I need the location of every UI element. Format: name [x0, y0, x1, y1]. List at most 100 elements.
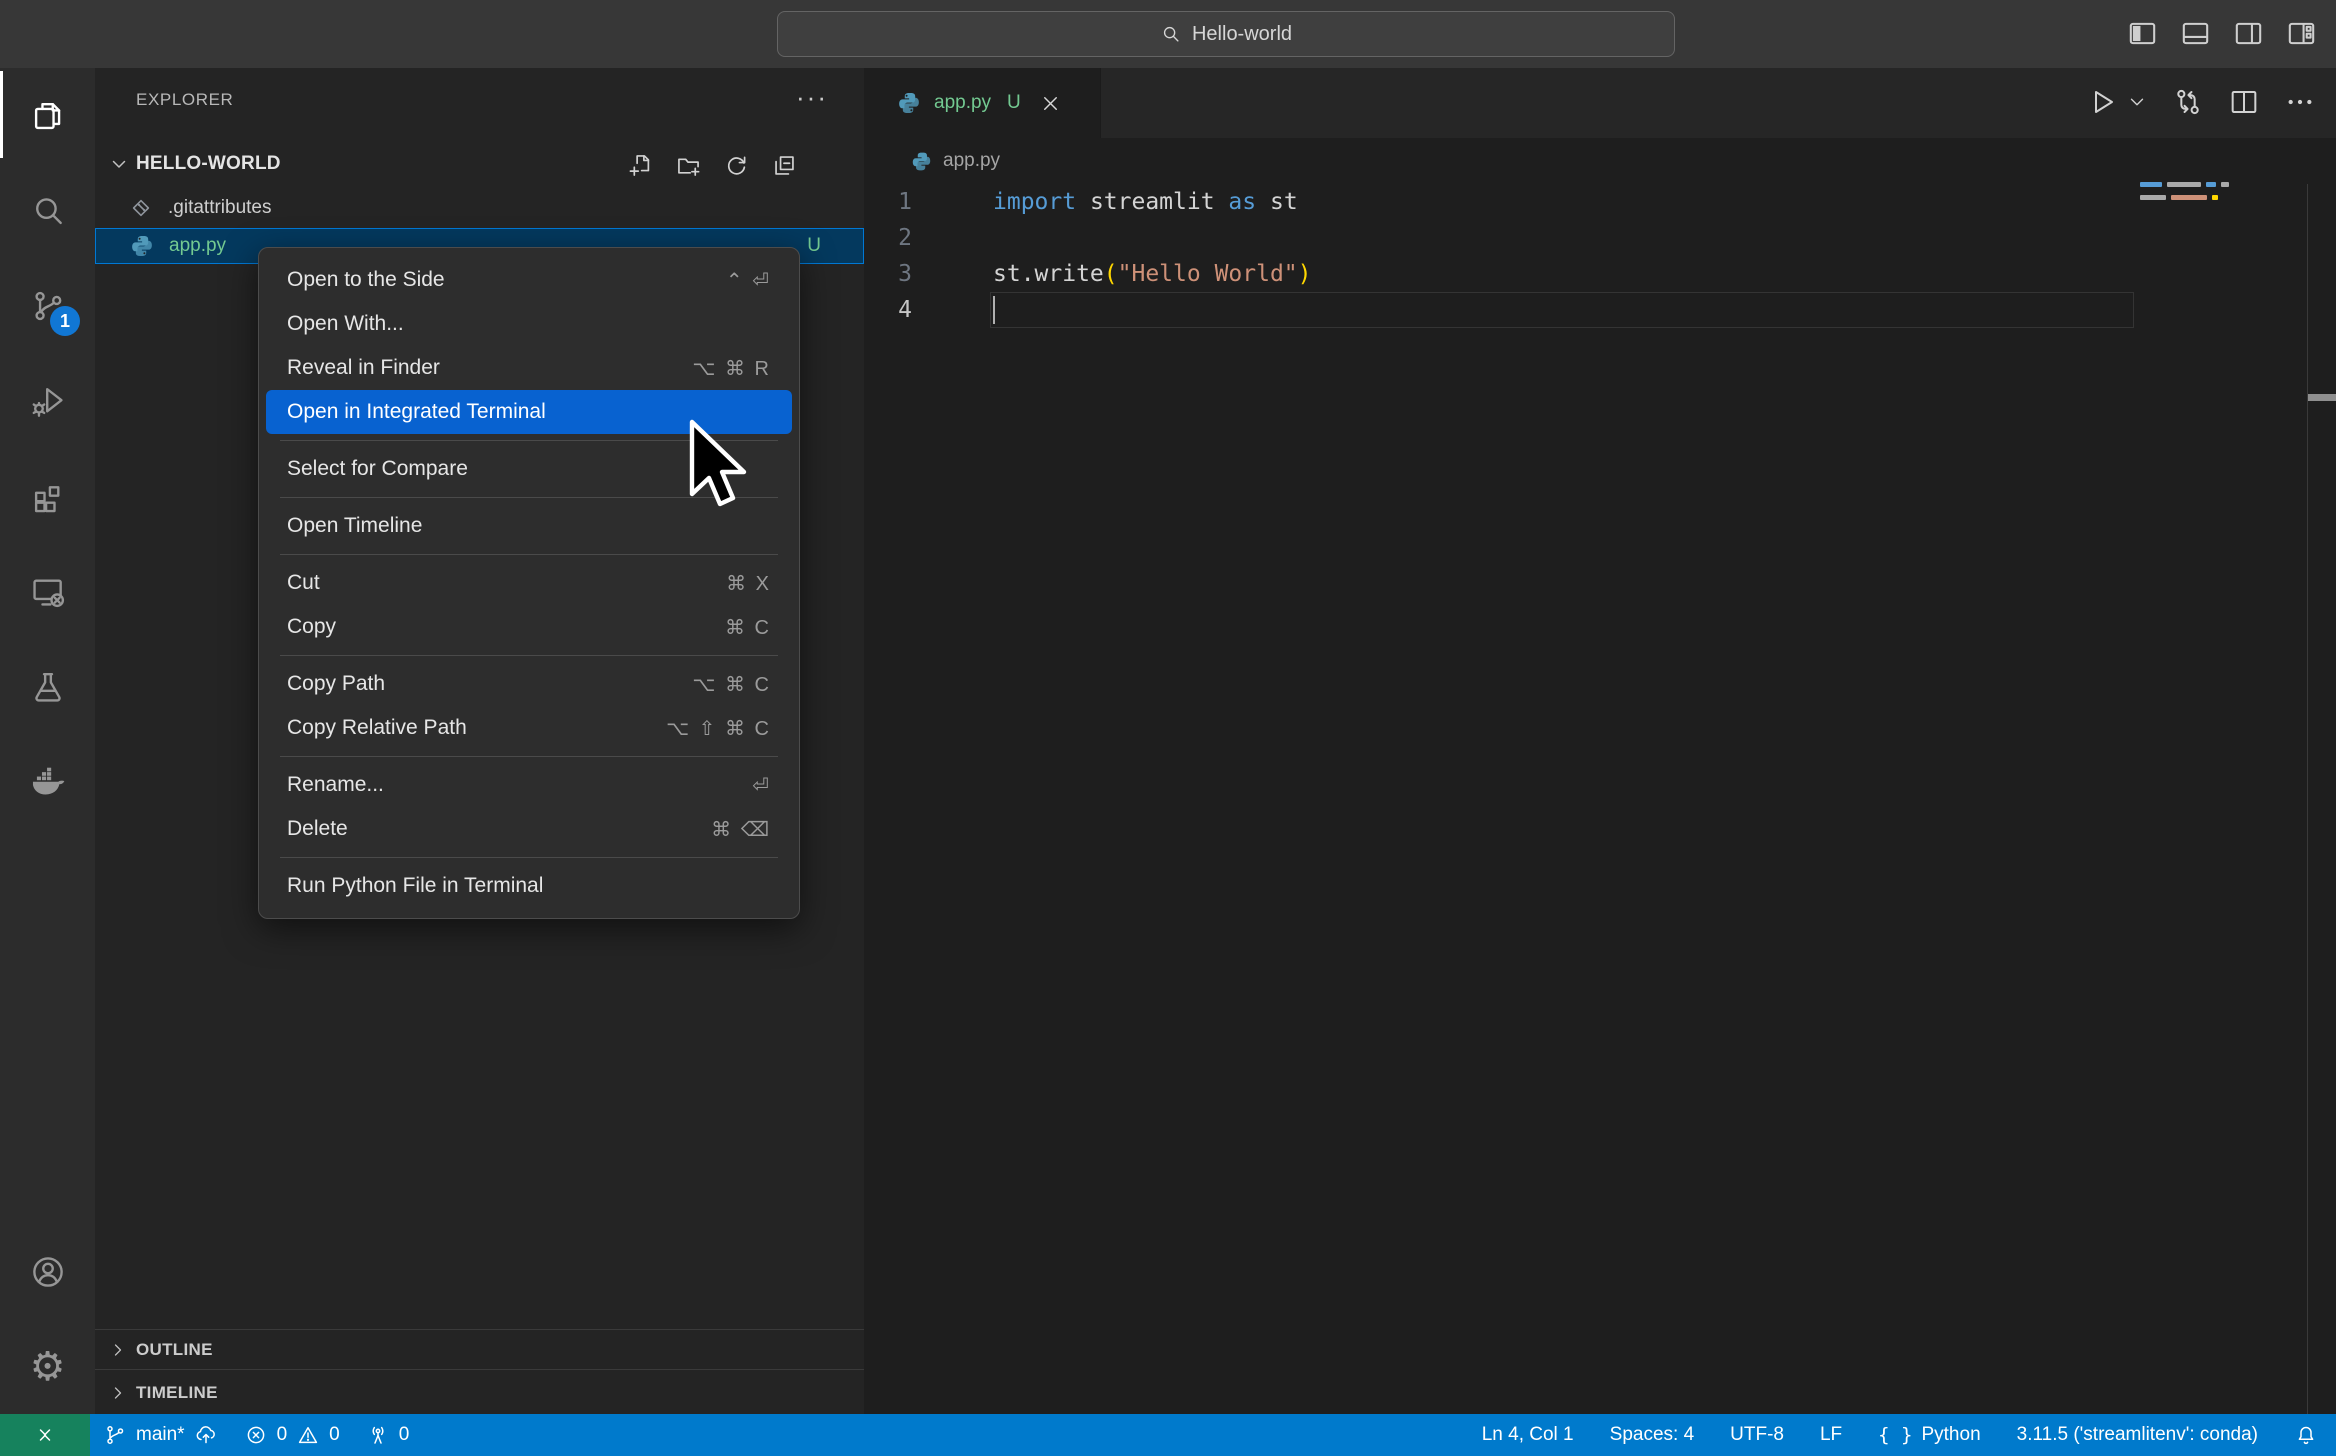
timeline-panel-header[interactable]: TIMELINE [95, 1369, 864, 1415]
open-changes-icon[interactable] [2172, 86, 2204, 118]
outline-panel-header[interactable]: OUTLINE [95, 1329, 864, 1370]
menu-item [280, 548, 778, 561]
python-file-icon [910, 150, 933, 173]
toggle-primary-sidebar-icon[interactable] [2126, 17, 2159, 50]
code-line-2: 2 [864, 220, 2336, 256]
search-icon [29, 192, 67, 230]
layout-controls [2126, 17, 2318, 50]
explorer-header: EXPLORER ··· [95, 68, 864, 132]
publish-cloud-icon [194, 1423, 218, 1447]
chevron-down-icon[interactable] [2126, 91, 2148, 113]
menu-item[interactable]: Open to the Side ⌃ ⏎ [266, 258, 792, 302]
sidebar-item-docker[interactable] [0, 733, 95, 828]
search-icon [1160, 23, 1182, 45]
menu-item[interactable]: Run Python File in Terminal [266, 864, 792, 908]
menu-item[interactable]: Copy Relative Path ⌥ ⇧ ⌘ C [266, 706, 792, 750]
tab-apppy[interactable]: app.py U [864, 68, 1101, 138]
code-area[interactable]: 1 import streamlit as st 2 3 st.write("H… [864, 184, 2336, 328]
refresh-icon[interactable] [723, 152, 750, 179]
editor-group: app.py U app.py 1 import streamlit as st [864, 68, 2336, 1414]
status-bar-right: Ln 4, Col 1 Spaces: 4 UTF-8 LF { } Pytho… [1464, 1414, 2336, 1456]
python-file-icon [129, 233, 155, 259]
mouse-cursor [686, 418, 750, 514]
search-label: Hello-world [1192, 23, 1292, 46]
toggle-secondary-sidebar-icon[interactable] [2232, 17, 2265, 50]
menu-item[interactable]: Open With... [266, 302, 792, 346]
sidebar-item-testing[interactable] [0, 638, 95, 733]
sidebar-item-run-debug[interactable] [0, 353, 95, 448]
menu-item[interactable]: Rename... ⏎ [266, 763, 792, 807]
indentation-item[interactable]: Spaces: 4 [1592, 1414, 1713, 1456]
activity-bar: 1 ⚙ [0, 68, 95, 1414]
run-debug-icon [29, 382, 67, 420]
code-line-4: 4 [864, 292, 2336, 328]
remote-indicator[interactable] [0, 1414, 90, 1456]
close-icon[interactable] [1039, 92, 1062, 115]
sidebar-item-search[interactable] [0, 163, 95, 258]
sidebar-item-settings[interactable]: ⚙ [0, 1319, 95, 1414]
collapse-folders-icon[interactable] [771, 152, 798, 179]
overview-ruler[interactable] [2307, 184, 2336, 1414]
new-folder-icon[interactable] [675, 152, 702, 179]
menu-item[interactable]: Copy ⌘ C [266, 605, 792, 649]
remote-explorer-icon [29, 572, 67, 610]
menu-item[interactable]: Cut ⌘ X [266, 561, 792, 605]
editor-actions [2086, 86, 2316, 118]
language-mode-item[interactable]: { } Python [1860, 1414, 1998, 1456]
notifications-item[interactable] [2276, 1414, 2336, 1456]
menu-item[interactable]: Delete ⌘ ⌫ [266, 807, 792, 851]
bell-icon [2294, 1423, 2318, 1447]
split-editor-icon[interactable] [2228, 86, 2260, 118]
git-status-badge: U [807, 235, 821, 257]
extensions-icon [29, 477, 67, 515]
menu-item [280, 649, 778, 662]
branch-status-item[interactable]: main* [90, 1414, 231, 1456]
activity-bar-bottom: ⚙ [0, 1224, 95, 1414]
vscode-window: Hello-world 1 [0, 0, 2336, 1456]
menu-item [280, 750, 778, 763]
remote-icon [33, 1423, 57, 1447]
sidebar-item-source-control[interactable]: 1 [0, 258, 95, 353]
eol-item[interactable]: LF [1802, 1414, 1860, 1456]
new-file-icon[interactable] [627, 152, 654, 179]
git-branch-icon [103, 1423, 127, 1447]
sidebar-item-explorer[interactable] [0, 68, 95, 163]
overview-cursor-marker [2308, 394, 2336, 401]
customize-layout-icon[interactable] [2285, 17, 2318, 50]
python-file-icon [896, 90, 922, 116]
files-icon [29, 97, 67, 135]
more-actions-icon[interactable]: ··· [796, 82, 828, 113]
more-actions-icon[interactable] [2284, 86, 2316, 118]
cursor-position-item[interactable]: Ln 4, Col 1 [1464, 1414, 1592, 1456]
sidebar-item-accounts[interactable] [0, 1224, 95, 1319]
docker-icon [29, 762, 67, 800]
menu-item[interactable]: Copy Path ⌥ ⌘ C [266, 662, 792, 706]
menu-item[interactable]: Reveal in Finder ⌥ ⌘ R [266, 346, 792, 390]
braces-icon: { } [1878, 1424, 1912, 1446]
ports-count: 0 [399, 1424, 410, 1446]
tab-label: app.py [934, 92, 991, 114]
ports-status-item[interactable]: 0 [353, 1414, 423, 1456]
python-interpreter-item[interactable]: 3.11.5 ('streamlitenv': conda) [1999, 1414, 2276, 1456]
branch-name: main* [136, 1424, 185, 1446]
sidebar-item-extensions[interactable] [0, 448, 95, 543]
file-row-gitattributes[interactable]: .gitattributes [95, 190, 864, 226]
problems-status-item[interactable]: 0 0 [231, 1414, 353, 1456]
menu-item [280, 851, 778, 864]
file-name: .gitattributes [168, 197, 272, 219]
sidebar-item-remote-explorer[interactable] [0, 543, 95, 638]
timeline-label: TIMELINE [136, 1383, 218, 1403]
warning-count: 0 [329, 1424, 340, 1446]
warning-icon [296, 1423, 320, 1447]
run-python-icon[interactable] [2086, 86, 2118, 118]
radio-tower-icon [366, 1423, 390, 1447]
code-line-1: 1 import streamlit as st [864, 184, 2336, 220]
toggle-panel-icon[interactable] [2179, 17, 2212, 50]
command-center-search[interactable]: Hello-world [777, 11, 1675, 57]
error-count: 0 [277, 1424, 288, 1446]
encoding-item[interactable]: UTF-8 [1712, 1414, 1802, 1456]
explorer-title: EXPLORER [136, 90, 233, 110]
gear-icon: ⚙ [30, 1347, 66, 1387]
breadcrumb[interactable]: app.py [864, 138, 2336, 184]
minimap[interactable] [2140, 182, 2310, 212]
